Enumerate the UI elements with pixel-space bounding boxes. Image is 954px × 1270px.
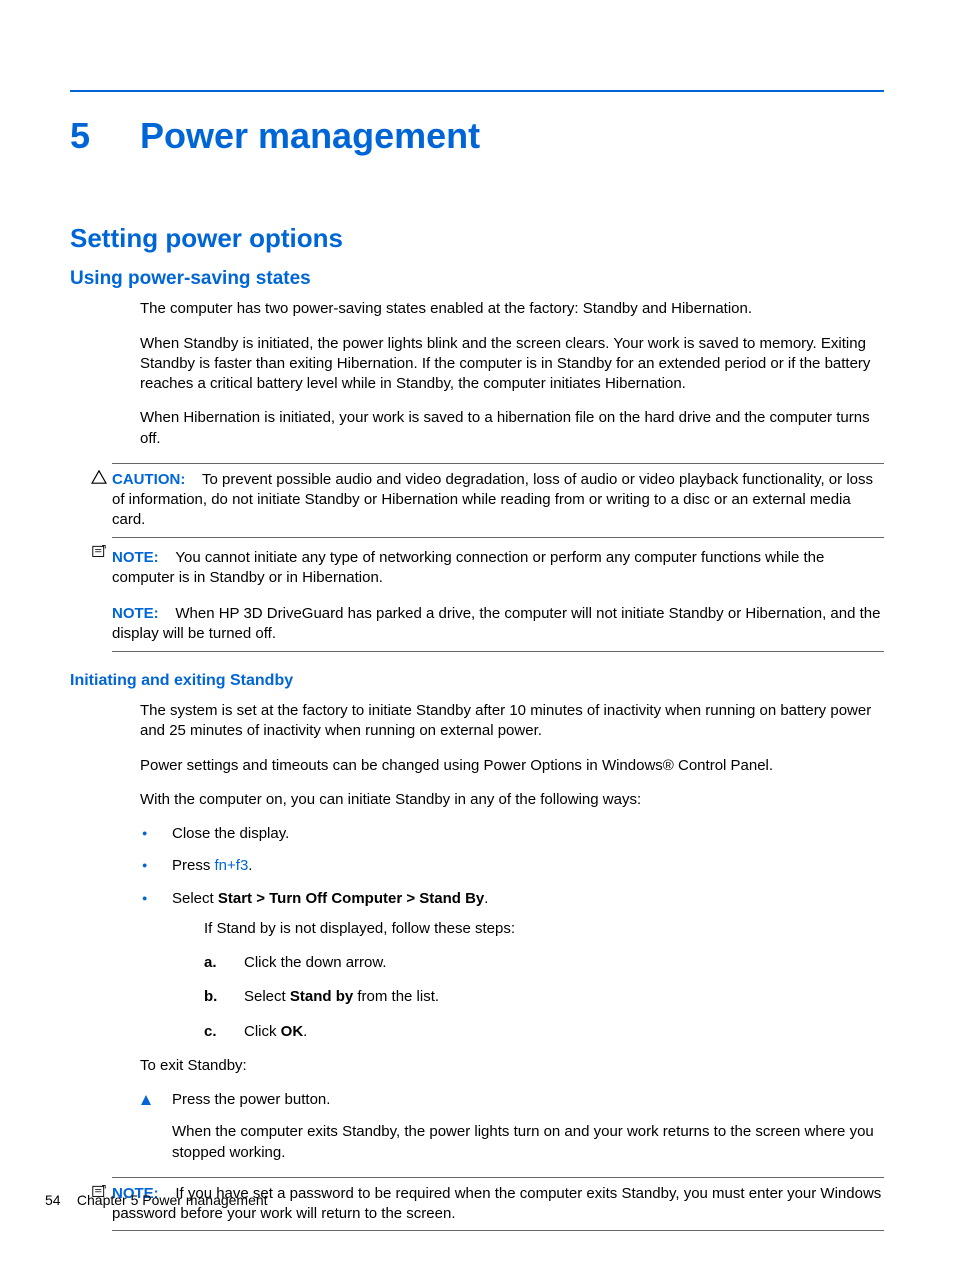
triangle-icon (140, 1092, 152, 1112)
note-text: When HP 3D DriveGuard has parked a drive… (112, 605, 880, 642)
note-icon (90, 544, 108, 564)
list-item: b.Select Stand by from the list. (204, 987, 884, 1007)
key-combo: fn+f3 (215, 857, 249, 874)
paragraph: To exit Standby: (140, 1056, 884, 1076)
list-item: c.Click OK. (204, 1022, 884, 1042)
subsubsection-heading: Initiating and exiting Standby (70, 670, 884, 692)
body-block: The computer has two power-saving states… (140, 299, 884, 449)
caution-callout: CAUTION: To prevent possible audio and v… (112, 463, 884, 538)
bullet-list: Close the display. Press fn+f3. Select S… (140, 824, 884, 1042)
menu-path: Start > Turn Off Computer > Stand By (218, 890, 484, 907)
paragraph: The system is set at the factory to init… (140, 701, 884, 742)
paragraph: If Stand by is not displayed, follow the… (204, 919, 884, 939)
list-item: Close the display. (140, 824, 884, 844)
section-heading: Setting power options (70, 221, 884, 256)
footer-chapter-ref: Chapter 5 Power management (77, 1192, 268, 1208)
list-item: Press the power button. When the compute… (140, 1090, 884, 1163)
chapter-heading: 5 Power management (70, 112, 884, 161)
caution-label: CAUTION: (112, 471, 185, 488)
note-label: NOTE: (112, 549, 159, 566)
paragraph: When the computer exits Standby, the pow… (172, 1122, 884, 1163)
list-item: Press fn+f3. (140, 856, 884, 876)
letter-list: a.Click the down arrow. b.Select Stand b… (204, 953, 884, 1042)
note-callout: NOTE: When HP 3D DriveGuard has parked a… (112, 594, 884, 652)
chapter-title: Power management (140, 112, 480, 161)
subsection-heading: Using power-saving states (70, 266, 884, 292)
page: 5 Power management Setting power options… (0, 0, 954, 1270)
caution-text (190, 471, 203, 488)
page-footer: 54 Chapter 5 Power management (45, 1191, 268, 1210)
top-rule (70, 90, 884, 92)
note-callout: NOTE: You cannot initiate any type of ne… (112, 538, 884, 595)
caution-icon (90, 470, 108, 490)
list-item: Select Start > Turn Off Computer > Stand… (140, 889, 884, 1042)
paragraph: When Hibernation is initiated, your work… (140, 408, 884, 449)
caution-text: To prevent possible audio and video degr… (112, 471, 873, 529)
list-item: a.Click the down arrow. (204, 953, 884, 973)
body-block: The system is set at the factory to init… (140, 701, 884, 1163)
paragraph: When Standby is initiated, the power lig… (140, 334, 884, 395)
chapter-number: 5 (70, 112, 140, 161)
paragraph: Power settings and timeouts can be chang… (140, 756, 884, 776)
note-text: You cannot initiate any type of networki… (112, 549, 824, 586)
paragraph: With the computer on, you can initiate S… (140, 790, 884, 810)
note-label: NOTE: (112, 605, 159, 622)
paragraph: The computer has two power-saving states… (140, 299, 884, 319)
page-number: 54 (45, 1191, 73, 1210)
triangle-list: Press the power button. When the compute… (140, 1090, 884, 1163)
sub-block: If Stand by is not displayed, follow the… (204, 919, 884, 1042)
